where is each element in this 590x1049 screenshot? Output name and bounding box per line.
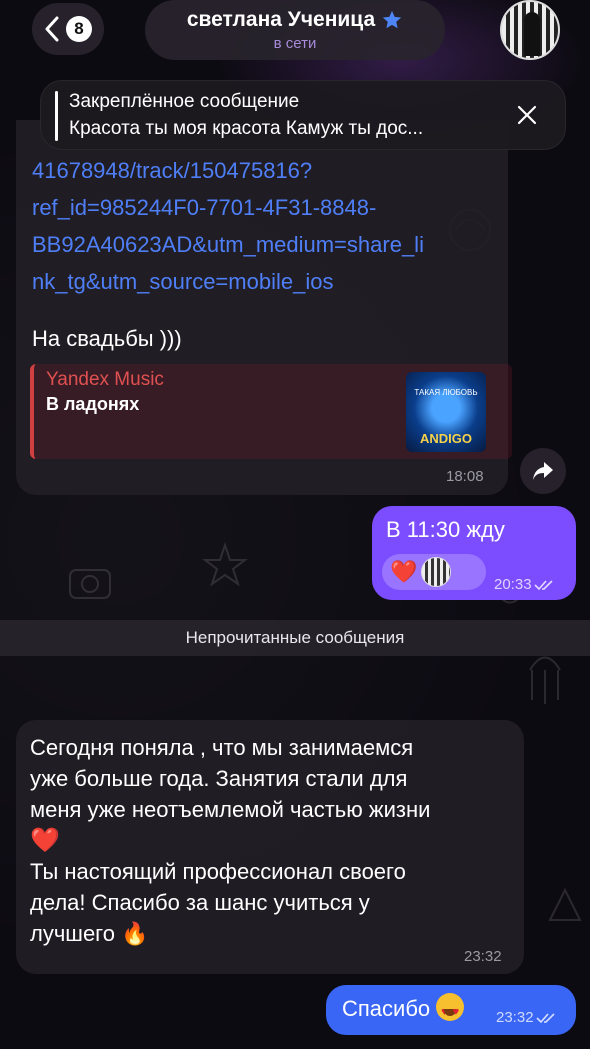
album-cover-image: ТАКАЯ ЛЮБОВЬ ANDIGO: [406, 372, 486, 452]
share-button[interactable]: [520, 448, 566, 494]
message-time: 23:32: [496, 1009, 534, 1026]
pinned-indicator: [55, 91, 58, 141]
message-text: Сегодня поняла , что мы занимаемся уже б…: [30, 732, 520, 949]
avatar[interactable]: [500, 0, 560, 60]
link-line: ref_id=985244F0-7701-4F31-8848-: [32, 195, 377, 220]
online-status: в сети: [273, 35, 317, 52]
message-time: 23:32: [464, 948, 502, 965]
cover-title: ТАКАЯ ЛЮБОВЬ: [414, 388, 478, 397]
double-check-icon: [533, 579, 553, 590]
pinned-text: Красота ты моя красота Камуж ты дос...: [69, 118, 424, 139]
text-line: лучшего 🔥: [30, 921, 149, 946]
chat-name: светлана Ученица: [186, 8, 376, 31]
outgoing-message: Спасибо 23:32: [326, 985, 576, 1035]
message-time: 20:33: [494, 576, 532, 593]
message-link[interactable]: 41678948/track/150475816? ref_id=985244F…: [32, 152, 502, 300]
text-line: уже больше года. Занятия стали для: [30, 766, 408, 791]
reaction-chip[interactable]: ❤️: [382, 554, 486, 590]
message-text: На свадьбы ))): [32, 326, 182, 351]
unread-count-badge: 8: [66, 16, 92, 42]
preview-site-name: Yandex Music: [46, 369, 164, 390]
share-arrow-icon: [533, 462, 553, 480]
text-line: Ты настоящий профессионал своего: [30, 859, 406, 884]
unread-divider: Непрочитанные сообщения: [0, 620, 590, 656]
text-line: меня уже неотъемлемой частью жизни: [30, 797, 431, 822]
doodle-icon: [69, 569, 111, 599]
outgoing-message: В 11:30 жду ❤️ 20:33: [372, 506, 576, 600]
star-icon: [382, 10, 402, 29]
doodle-icon: [202, 541, 248, 587]
cover-artist: ANDIGO: [420, 431, 472, 446]
text-line: Сегодня поняла , что мы занимаемся: [30, 735, 414, 760]
message-text-content: Спасибо: [342, 996, 431, 1021]
unread-divider-label: Непрочитанные сообщения: [185, 628, 405, 647]
message-time: 18:08: [446, 468, 484, 485]
text-line: ❤️: [30, 827, 60, 854]
message-time-row: 20:33: [494, 576, 554, 593]
reactor-avatar: [421, 557, 452, 587]
close-icon[interactable]: [515, 103, 539, 127]
heart-eyes-emoji-icon: [436, 993, 465, 1028]
message-time-row: 23:32: [496, 1009, 556, 1026]
link-line: BB92A40623AD&utm_medium=share_li: [32, 232, 424, 257]
incoming-message: 41678948/track/150475816? ref_id=985244F…: [16, 120, 512, 495]
preview-title: В ладонях: [46, 394, 140, 414]
chevron-left-icon: [45, 16, 59, 42]
link-line: 41678948/track/150475816?: [32, 158, 313, 183]
double-check-icon: [535, 1012, 555, 1023]
link-preview-card[interactable]: Yandex Music В ладонях ТАКАЯ ЛЮБОВЬ ANDI…: [30, 364, 512, 459]
back-button[interactable]: 8: [32, 3, 104, 55]
link-line: nk_tg&utm_source=mobile_ios: [32, 269, 334, 294]
message-text: В 11:30 жду: [386, 517, 505, 542]
heart-icon: ❤️: [390, 559, 418, 584]
pinned-message-bar[interactable]: Закреплённое сообщение Красота ты моя кр…: [40, 80, 566, 150]
message-text: Спасибо: [342, 993, 465, 1028]
doodle-icon: [548, 887, 582, 921]
text-line: дела! Спасибо за шанс учиться у: [30, 890, 370, 915]
chat-header: 8 светлана Ученица в сети: [0, 0, 590, 70]
chat-title-button[interactable]: светлана Ученица в сети: [145, 0, 445, 60]
incoming-message: Сегодня поняла , что мы занимаемся уже б…: [16, 720, 524, 974]
pinned-title: Закреплённое сообщение: [69, 91, 300, 112]
